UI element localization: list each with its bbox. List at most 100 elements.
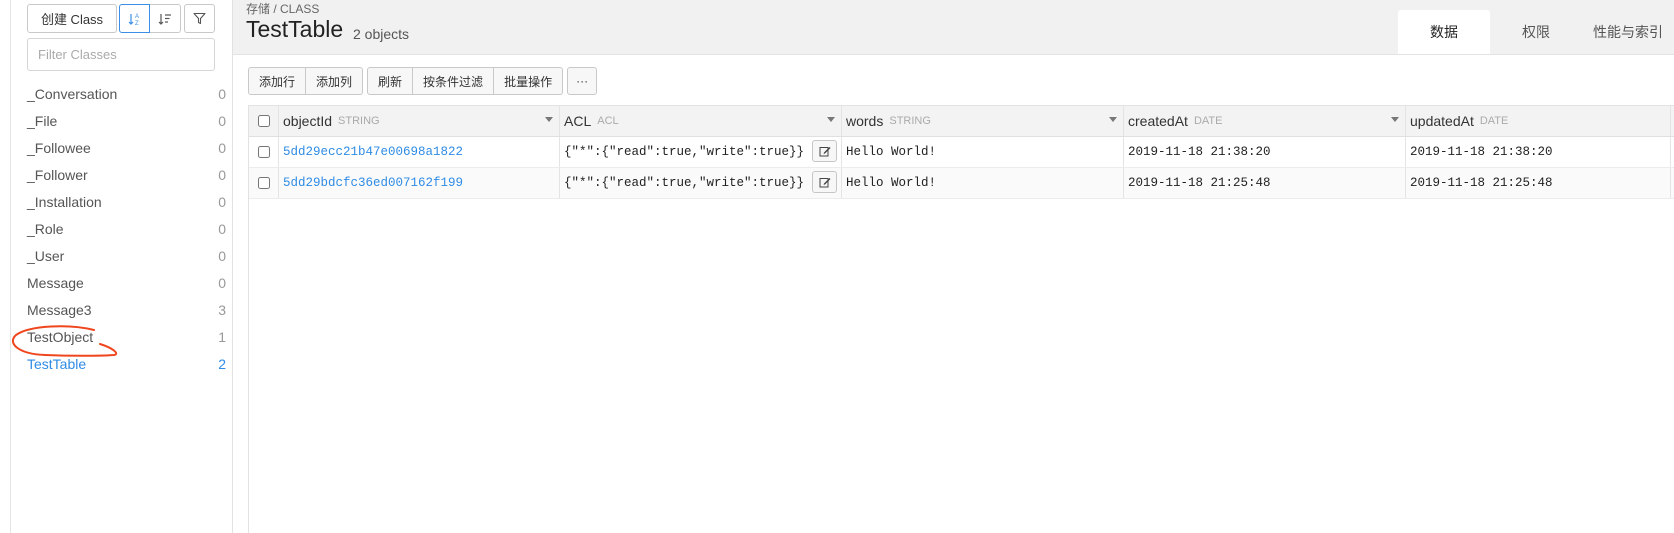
class-name: Message (27, 274, 84, 291)
class-item[interactable]: TestObject 1 (27, 323, 227, 350)
sort-toggle-group: A Z (119, 4, 181, 33)
refresh-button[interactable]: 刷新 (367, 67, 414, 95)
caret-down-icon[interactable] (827, 117, 835, 122)
class-count: 0 (218, 193, 226, 210)
createdat-cell[interactable]: 2019-11-18 21:25:48 (1124, 168, 1406, 198)
column-name: words (846, 113, 884, 129)
class-item[interactable]: _Role 0 (27, 215, 227, 242)
column-type: DATE (1479, 115, 1509, 127)
row-checkbox[interactable] (257, 177, 270, 189)
objectid-link[interactable]: 5dd29ecc21b47e00698a1822 (283, 145, 463, 159)
column-header-acl[interactable]: ACL ACL (560, 106, 842, 136)
class-list: _Conversation 0 _File 0 _Followee 0 _Follow… (27, 80, 227, 377)
class-name: _File (27, 112, 58, 129)
sort-alpha-button[interactable]: A Z (119, 4, 150, 33)
select-all-cell (249, 106, 279, 136)
sort-amount-button[interactable] (150, 4, 181, 33)
acl-value: {"*":{"read":true,"write":true}} (564, 145, 805, 159)
main-panel: 存储 / CLASS TestTable 2 objects 数据 权限 性能与… (233, 0, 1674, 533)
class-item[interactable]: _Conversation 0 (27, 80, 227, 107)
tab-performance-index[interactable]: 性能与索引 (1582, 10, 1674, 54)
class-item[interactable]: _Follower 0 (27, 161, 227, 188)
updatedat-cell[interactable]: 2019-11-18 21:25:48 (1406, 168, 1671, 198)
objectid-link[interactable]: 5dd29bdcfc36ed007162f199 (283, 176, 463, 190)
class-name: _Follower (27, 166, 88, 183)
batch-operation-button[interactable]: 批量操作 (494, 67, 564, 95)
more-actions-button[interactable]: ··· (567, 67, 598, 95)
class-name: _User (27, 247, 65, 264)
grid-header: objectId STRING ACL ACL words STRING create… (249, 106, 1674, 137)
row-select-cell (249, 137, 279, 167)
words-cell[interactable]: Hello World! (842, 168, 1124, 198)
edit-acl-button[interactable] (812, 171, 837, 193)
class-item[interactable]: _Followee 0 (27, 134, 227, 161)
view-tabs: 数据 权限 性能与索引 (1398, 10, 1674, 54)
column-name: updatedAt (1410, 113, 1474, 129)
filter-classes-button[interactable] (184, 4, 215, 33)
updatedat-cell[interactable]: 2019-11-18 21:38:20 (1406, 137, 1671, 167)
svg-text:Z: Z (135, 21, 139, 26)
edit-icon (819, 178, 830, 188)
column-header-objectid[interactable]: objectId STRING (279, 106, 560, 136)
caret-down-icon[interactable] (545, 117, 553, 122)
class-name: _Conversation (27, 85, 118, 102)
class-item[interactable]: _File 0 (27, 107, 227, 134)
column-header-updatedat[interactable]: updatedAt DATE (1406, 106, 1671, 136)
class-name: _Followee (27, 139, 91, 156)
sort-amount-icon (158, 13, 171, 25)
add-column-button[interactable]: 添加列 (306, 67, 364, 95)
tab-permissions[interactable]: 权限 (1490, 10, 1582, 54)
tab-data[interactable]: 数据 (1398, 10, 1490, 54)
createdat-cell[interactable]: 2019-11-18 21:38:20 (1124, 137, 1406, 167)
column-type: DATE (1193, 115, 1223, 127)
caret-down-icon[interactable] (1391, 117, 1399, 122)
column-name: createdAt (1128, 113, 1188, 129)
class-item[interactable]: Message3 3 (27, 296, 227, 323)
class-item[interactable]: Message 0 (27, 269, 227, 296)
objectid-cell[interactable]: 5dd29ecc21b47e00698a1822 (279, 137, 560, 167)
add-row-button[interactable]: 添加行 (248, 67, 307, 95)
data-toolbar: 添加行 添加列 刷新 按条件过滤 批量操作 ··· (248, 67, 598, 95)
class-name: _Role (27, 220, 64, 237)
add-button-group: 添加行 添加列 (248, 67, 364, 95)
data-grid: objectId STRING ACL ACL words STRING create… (248, 105, 1674, 533)
table-row: 5dd29ecc21b47e00698a1822 {"*":{"read":tr… (249, 137, 1674, 168)
acl-cell[interactable]: {"*":{"read":true,"write":true}} (560, 168, 842, 198)
row-checkbox[interactable] (257, 146, 270, 158)
class-item-active[interactable]: TestTable 2 (27, 350, 227, 377)
column-type: STRING (338, 115, 380, 127)
action-button-group: 刷新 按条件过滤 批量操作 (367, 67, 564, 95)
column-header-words[interactable]: words STRING (842, 106, 1124, 136)
column-name: ACL (564, 113, 592, 129)
class-item[interactable]: _User 0 (27, 242, 227, 269)
class-name: Message3 (27, 301, 92, 318)
class-count: 0 (218, 247, 226, 264)
objectid-cell[interactable]: 5dd29bdcfc36ed007162f199 (279, 168, 560, 198)
filter-classes-input[interactable] (27, 38, 215, 71)
left-rail (0, 0, 11, 533)
column-type: STRING (889, 115, 931, 127)
svg-text:A: A (135, 14, 139, 20)
sort-alpha-icon: A Z (128, 13, 139, 26)
edit-acl-button[interactable] (812, 140, 837, 162)
class-item[interactable]: _Installation 0 (27, 188, 227, 215)
column-header-createdat[interactable]: createdAt DATE (1124, 106, 1406, 136)
createdat-value: 2019-11-18 21:25:48 (1128, 176, 1271, 190)
updatedat-value: 2019-11-18 21:38:20 (1410, 145, 1553, 159)
class-name: _Installation (27, 193, 102, 210)
class-count: 1 (218, 328, 226, 345)
words-cell[interactable]: Hello World! (842, 137, 1124, 167)
class-count: 2 (218, 355, 226, 372)
acl-cell[interactable]: {"*":{"read":true,"write":true}} (560, 137, 842, 167)
funnel-icon (193, 12, 206, 25)
row-select-cell (249, 168, 279, 198)
class-sidebar: 创建 Class A Z _Conversation0 _ (11, 0, 233, 533)
words-value: Hello World! (846, 176, 937, 190)
class-name: TestObject (27, 328, 94, 345)
breadcrumb: 存储 / CLASS (246, 2, 320, 16)
select-all-checkbox[interactable] (257, 115, 270, 127)
class-name: TestTable (27, 355, 87, 372)
caret-down-icon[interactable] (1109, 117, 1117, 122)
create-class-button[interactable]: 创建 Class (27, 4, 117, 33)
filter-by-condition-button[interactable]: 按条件过滤 (413, 67, 495, 95)
